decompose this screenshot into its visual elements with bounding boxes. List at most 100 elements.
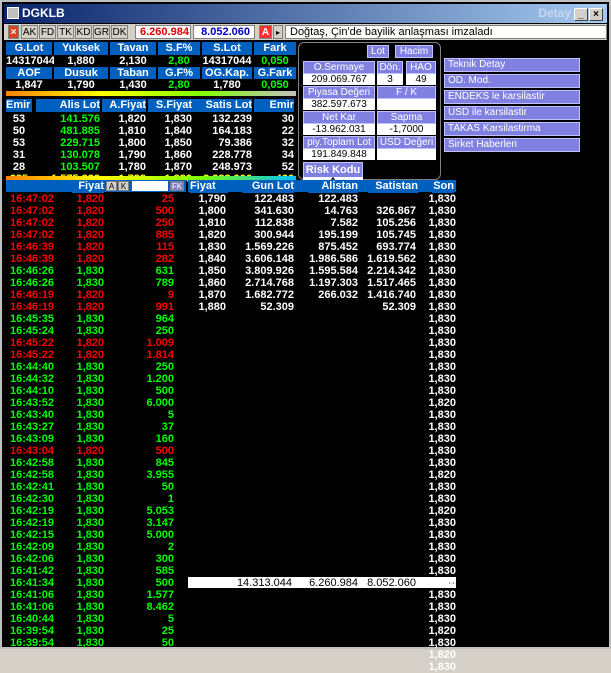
trades-header-fk-button[interactable]: FK — [170, 181, 184, 191]
sapma-label: Sapma — [377, 111, 436, 124]
son-value-16: 1,830 — [428, 385, 456, 397]
trade-time-14: 16:44:40 — [10, 361, 55, 373]
trades-filter-input[interactable] — [132, 181, 168, 191]
hacim-button[interactable]: Hacim — [395, 45, 433, 58]
son-value-11: 1,830 — [428, 325, 456, 337]
trade-lot-24: 50 — [161, 481, 174, 493]
usd-label[interactable]: USD Değeri — [377, 136, 436, 149]
trade-lot-35: 5 — [167, 613, 174, 625]
trade-price-29: 1,830 — [76, 541, 104, 553]
trade-lot-0: 25 — [161, 193, 174, 205]
depth-header-4: Satis Lot — [192, 99, 252, 112]
trade-lot-17: 6.000 — [146, 397, 174, 409]
level-cell-1-0: 1,800 — [198, 205, 226, 217]
trade-time-15: 16:44:32 — [10, 373, 55, 385]
trade-time-19: 16:43:27 — [10, 421, 55, 433]
level-cell-7-3: 1.517.465 — [367, 277, 416, 289]
summary-row1_values-4: 14317044 — [202, 55, 252, 67]
trade-lot-22: 845 — [155, 457, 174, 469]
trade-price-16: 1,830 — [76, 385, 104, 397]
trade-time-6: 16:46:26 — [10, 265, 55, 277]
trade-price-1: 1,820 — [76, 205, 104, 217]
trade-time-4: 16:46:39 — [10, 241, 55, 253]
levels-total-1: 6.260.984 — [309, 577, 358, 589]
summary-row1_labels-4: S.Lot — [202, 42, 252, 55]
depth-cell-1-1: 481.885 — [60, 125, 100, 137]
level-cell-1-3: 326.867 — [376, 205, 416, 217]
price-red-field: 6.260.984 — [135, 25, 191, 39]
trade-time-16: 16:44:10 — [10, 385, 55, 397]
trade-lot-2: 250 — [155, 217, 174, 229]
trade-time-34: 16:41:06 — [10, 601, 55, 613]
depth-cell-2-4: 79.386 — [218, 137, 252, 149]
level-cell-2-3: 105.256 — [376, 217, 416, 229]
title-bar[interactable]: DGKLB Detay _ × — [4, 4, 607, 23]
hao-label: HAO — [406, 61, 436, 74]
link-5[interactable]: Sirket Haberleri — [444, 138, 580, 152]
son-value-15: 1,830 — [428, 373, 456, 385]
lot-button[interactable]: Lot — [367, 45, 389, 58]
trade-lot-3: 885 — [155, 229, 174, 241]
link-4[interactable]: TAKAS Karsilastirma — [444, 122, 580, 136]
scroll-arrow-icon[interactable]: ▸ — [273, 25, 283, 39]
levels-header-3[interactable]: Satistan — [368, 180, 418, 193]
netkar-value: -13.962.031 — [303, 124, 375, 135]
depth-cell-0-4: 132.239 — [212, 113, 252, 125]
levels-header-4[interactable]: Son — [432, 180, 454, 193]
toolbar-fd-button[interactable]: FD — [39, 25, 56, 39]
summary-row2_values-3: 2,80 — [158, 79, 200, 91]
toolbar-kd-button[interactable]: KD — [75, 25, 92, 39]
link-3[interactable]: USD ile karsilastir — [444, 106, 580, 120]
level-cell-5-0: 1,840 — [198, 253, 226, 265]
link-0[interactable]: Teknik Detay — [444, 58, 580, 72]
toplam-lot-value: 191.849.848 — [303, 149, 375, 160]
depth-cell-4-5: 52 — [281, 161, 294, 173]
news-ticker[interactable]: Doğtaş, Çin'de bayilik anlaşması imzalad… — [285, 25, 607, 39]
summary-row2_values-4: 1,780 — [202, 79, 252, 91]
trade-price-4: 1,820 — [76, 241, 104, 253]
levels-header-0[interactable]: Fiyat — [190, 180, 228, 193]
level-cell-1-2: 14.763 — [324, 205, 358, 217]
trades-header-k-button[interactable]: K — [118, 181, 129, 191]
close-button[interactable]: × — [589, 8, 603, 21]
level-cell-7-0: 1,860 — [198, 277, 226, 289]
link-1[interactable]: OD. Mod. — [444, 74, 580, 88]
trade-lot-34: 8.462 — [146, 601, 174, 613]
summary-row1_labels-3: S.F% — [158, 42, 200, 55]
son-value-12: 1,830 — [428, 337, 456, 349]
depth-cell-2-1: 229.715 — [60, 137, 100, 149]
trade-price-31: 1,830 — [76, 565, 104, 577]
depth-cell-0-0: 53 — [12, 113, 26, 125]
levels-header-2[interactable]: Alistan — [308, 180, 358, 193]
level-cell-4-1: 1.569.226 — [245, 241, 294, 253]
trade-price-28: 1,830 — [76, 529, 104, 541]
alert-button[interactable]: A — [259, 25, 272, 39]
trade-lot-12: 1.009 — [146, 337, 174, 349]
trade-price-8: 1,820 — [76, 289, 104, 301]
trade-lot-11: 250 — [155, 325, 174, 337]
minimize-button[interactable]: _ — [574, 8, 588, 21]
close-x-icon[interactable]: × — [8, 25, 19, 39]
trade-lot-25: 1 — [167, 493, 174, 505]
level-cell-3-2: 195.199 — [318, 229, 358, 241]
piyasa-value: 382.597.673 — [303, 99, 375, 110]
toolbar-dk-button[interactable]: DK — [111, 25, 128, 39]
toolbar-tk-button[interactable]: TK — [57, 25, 74, 39]
trade-time-22: 16:42:58 — [10, 457, 55, 469]
toolbar-ak-button[interactable]: AK — [21, 25, 38, 39]
trade-price-22: 1,830 — [76, 457, 104, 469]
trades-header-a-button[interactable]: A — [106, 181, 117, 191]
trade-lot-14: 250 — [155, 361, 174, 373]
level-cell-5-3: 1.619.562 — [367, 253, 416, 265]
son-value-32: 1,830 — [428, 577, 456, 589]
level-cell-7-2: 1.197.303 — [309, 277, 358, 289]
son-value-9: 1,830 — [428, 301, 456, 313]
son-value-28: 1,830 — [428, 529, 456, 541]
link-2[interactable]: ENDEKS le karsilastir — [444, 90, 580, 104]
levels-header-1[interactable]: Gun Lot — [242, 180, 294, 193]
trade-lot-7: 789 — [155, 277, 174, 289]
hao-value: 49 — [406, 74, 436, 85]
toolbar-gr-button[interactable]: GR — [93, 25, 110, 39]
sapma-value: -1,7000 — [377, 124, 436, 135]
trade-price-6: 1,830 — [76, 265, 104, 277]
